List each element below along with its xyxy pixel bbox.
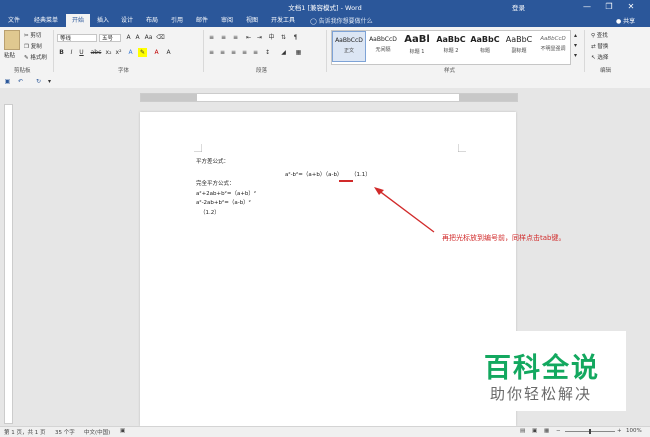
annotation-text: 再把光标放到编号前，同样点击tab键。 (442, 234, 566, 242)
web-layout-icon[interactable]: ▦ (544, 428, 549, 434)
watermark-title: 百科全说 (484, 353, 600, 384)
word-count[interactable]: 35 个字 (55, 428, 75, 436)
zoom-slider-handle[interactable] (589, 429, 591, 434)
zoom-level[interactable]: 100% (626, 428, 642, 434)
language-indicator[interactable]: 中文(中国) (84, 428, 110, 436)
print-layout-icon[interactable]: ▣ (532, 428, 537, 434)
read-mode-icon[interactable]: ▤ (520, 428, 525, 434)
page-count[interactable]: 第 1 页，共 1 页 (4, 428, 46, 436)
macro-record-icon[interactable]: ▣ (120, 428, 125, 434)
status-bar: 第 1 页，共 1 页 35 个字 中文(中国) ▣ ▤ ▣ ▦ − + 100… (0, 426, 650, 437)
zoom-out-icon[interactable]: − (556, 428, 561, 434)
watermark-subtitle: 助你轻松解决 (490, 385, 593, 403)
zoom-in-icon[interactable]: + (617, 428, 622, 434)
